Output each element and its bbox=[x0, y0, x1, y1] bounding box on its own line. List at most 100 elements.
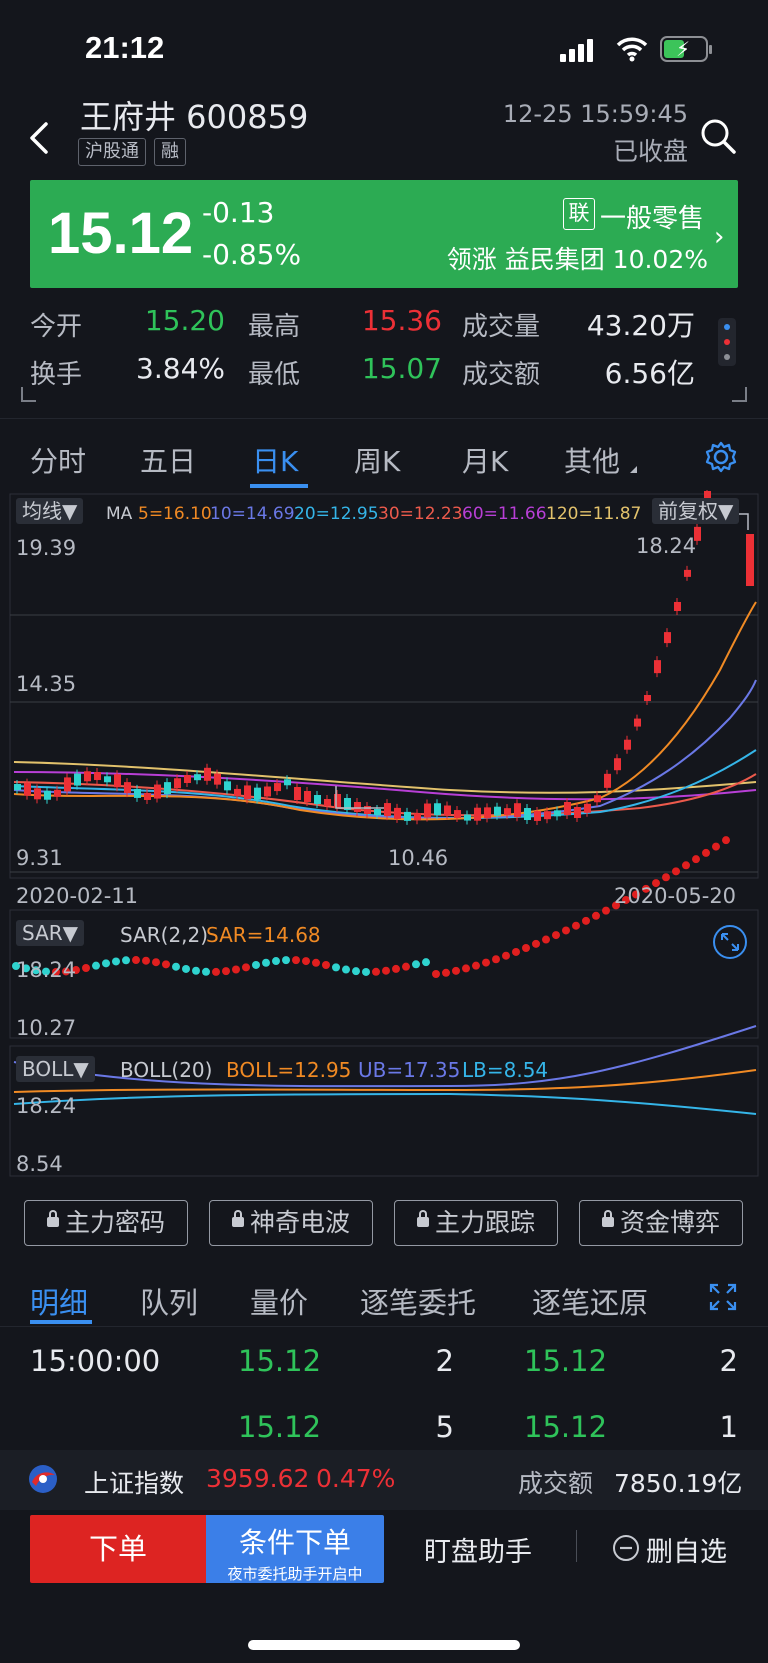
tab-underline bbox=[250, 484, 308, 488]
candle bbox=[154, 780, 161, 803]
tool-magic-wave[interactable]: 神奇电波 bbox=[209, 1200, 373, 1246]
ma20-value: 20=12.95 bbox=[294, 504, 379, 524]
sar-dot bbox=[432, 970, 440, 978]
candle bbox=[634, 714, 641, 731]
expand-icon[interactable] bbox=[708, 1282, 738, 1312]
remove-circle-icon[interactable] bbox=[612, 1534, 640, 1562]
boll-params: BOLL(20) bbox=[120, 1058, 213, 1082]
sar-dot bbox=[162, 960, 170, 969]
trade-price: 15.12 bbox=[238, 1344, 322, 1378]
monitor-assistant-button[interactable]: 盯盘助手 bbox=[424, 1530, 532, 1569]
index-name: 上证指数 bbox=[84, 1469, 185, 1498]
boll-ub-value: UB=17.35 bbox=[358, 1058, 461, 1082]
boll-button[interactable]: BOLL▼ bbox=[16, 1056, 95, 1082]
y-axis-mid: 14.35 bbox=[16, 672, 77, 696]
sar-dot bbox=[352, 967, 360, 976]
open-value: 15.20 bbox=[144, 304, 225, 337]
sar-dot bbox=[292, 956, 300, 965]
dropdown-corner-icon bbox=[630, 466, 637, 473]
dtab-order-by-order[interactable]: 逐笔委托 bbox=[360, 1280, 476, 1322]
sector-name[interactable]: 一般零售 bbox=[600, 198, 704, 235]
price-change: -0.13 bbox=[202, 196, 275, 229]
more-icon[interactable] bbox=[718, 318, 736, 366]
sar-dot bbox=[82, 964, 90, 973]
candle bbox=[434, 799, 441, 820]
candle bbox=[414, 809, 421, 825]
remove-watchlist-button[interactable]: 删自选 bbox=[646, 1530, 727, 1569]
high-value: 15.36 bbox=[361, 304, 442, 337]
tag-margin: 融 bbox=[154, 138, 186, 166]
dtab-queue[interactable]: 队列 bbox=[140, 1280, 198, 1322]
tab-monthly-k[interactable]: 月K bbox=[462, 440, 508, 480]
order-button[interactable]: 下单 bbox=[30, 1515, 206, 1583]
ma-prefix: MA bbox=[106, 504, 133, 524]
sar-dot bbox=[702, 848, 710, 857]
sar-dot bbox=[152, 958, 160, 967]
candle bbox=[684, 565, 691, 581]
chevron-right-icon[interactable]: › bbox=[714, 222, 724, 252]
tool-main-code[interactable]: 主力密码 bbox=[24, 1200, 188, 1246]
sar-dot bbox=[672, 867, 680, 876]
sar-dot bbox=[252, 960, 260, 969]
sar-dot bbox=[342, 965, 350, 974]
adjust-button[interactable]: 前复权▼ bbox=[652, 498, 740, 524]
dtab-tick-restore[interactable]: 逐笔还原 bbox=[532, 1280, 648, 1322]
candle bbox=[94, 768, 101, 785]
sar-dot bbox=[712, 842, 720, 851]
sar-dot bbox=[102, 959, 110, 968]
boll-y-bottom: 8.54 bbox=[16, 1152, 63, 1176]
back-icon[interactable] bbox=[22, 112, 56, 164]
sar-dot bbox=[412, 960, 420, 969]
settings-gear-icon[interactable] bbox=[704, 440, 738, 474]
search-icon[interactable] bbox=[698, 116, 738, 156]
index-change-pct: 0.47% bbox=[316, 1464, 396, 1493]
conditional-order-sub: 夜市委托助手开启中 bbox=[227, 1565, 363, 1583]
candle bbox=[184, 771, 191, 788]
sar-dot bbox=[382, 966, 390, 975]
candle bbox=[746, 534, 754, 586]
tab-weekly-k[interactable]: 周K bbox=[354, 440, 400, 480]
dtab-underline bbox=[30, 1320, 92, 1324]
boll-lb-value: LB=8.54 bbox=[462, 1058, 549, 1082]
boll-mid-value: BOLL=12.95 bbox=[226, 1058, 352, 1082]
fullscreen-icon[interactable] bbox=[712, 924, 748, 960]
sector-tag: 联 bbox=[563, 198, 595, 230]
tool-main-tracking[interactable]: 主力跟踪 bbox=[394, 1200, 558, 1246]
tab-daily-k[interactable]: 日K bbox=[252, 440, 298, 480]
sar-dot bbox=[392, 964, 400, 973]
sar-params: SAR(2,2) bbox=[120, 923, 209, 947]
candle bbox=[564, 798, 571, 820]
sar-dot bbox=[202, 967, 210, 976]
sar-dot bbox=[122, 956, 130, 965]
trade-volume: 5 bbox=[435, 1410, 454, 1444]
candle bbox=[324, 795, 331, 810]
volume-value: 43.20万 bbox=[586, 309, 695, 342]
sar-button[interactable]: SAR▼ bbox=[16, 920, 85, 946]
conditional-order-button[interactable]: 条件下单 夜市委托助手开启中 bbox=[206, 1515, 384, 1583]
sar-dot bbox=[232, 965, 240, 974]
tool-fund-game[interactable]: 资金博弈 bbox=[579, 1200, 743, 1246]
candle bbox=[674, 597, 681, 615]
sar-dot bbox=[172, 962, 180, 971]
turnover-value: 3.84% bbox=[136, 352, 225, 385]
date-end: 2020-05-20 bbox=[614, 884, 737, 908]
dtab-detail[interactable]: 明细 bbox=[30, 1280, 88, 1322]
trade-price: 15.12 bbox=[238, 1410, 322, 1444]
price-change-pct: -0.85% bbox=[202, 238, 302, 271]
sar-dot bbox=[422, 958, 430, 967]
ma-indicator-button[interactable]: 均线▼ bbox=[16, 498, 84, 524]
sar-dot bbox=[542, 935, 550, 944]
y-axis-bottom: 9.31 bbox=[16, 846, 63, 870]
tab-five-day[interactable]: 五日 bbox=[140, 440, 196, 480]
stock-title: 王府井 600859 bbox=[80, 98, 309, 136]
tab-intraday[interactable]: 分时 bbox=[30, 440, 86, 480]
tab-other[interactable]: 其他 bbox=[564, 440, 620, 480]
expand-corner-icon[interactable] bbox=[20, 385, 748, 405]
status-time: 21:12 bbox=[85, 30, 165, 65]
sar-dot bbox=[462, 964, 470, 973]
trade-time: 15:00:00 bbox=[30, 1344, 161, 1378]
trade-price: 15.12 bbox=[524, 1344, 608, 1378]
dtab-volume-price[interactable]: 量价 bbox=[250, 1280, 308, 1322]
sar-dot bbox=[312, 958, 320, 967]
sar-dot bbox=[472, 961, 480, 970]
